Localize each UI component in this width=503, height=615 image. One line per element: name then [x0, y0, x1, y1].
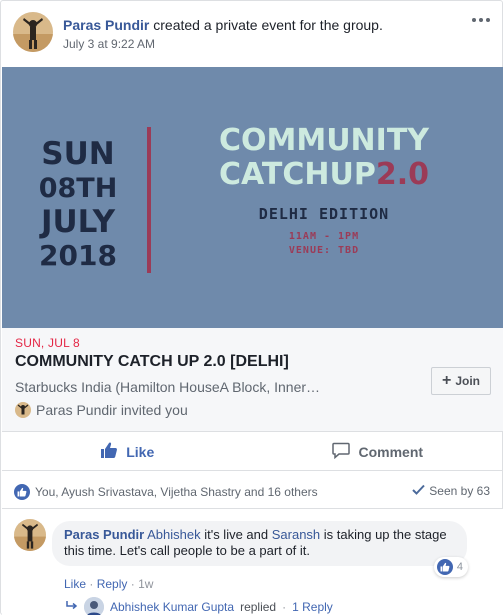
- speech-bubble-icon: [332, 441, 351, 462]
- thumbs-up-icon: [100, 441, 118, 462]
- banner-time: 11AM - 1PM: [289, 231, 359, 242]
- banner-month: JULY: [39, 204, 116, 240]
- comments-section: Paras Pundir Abhishek it's live and Sara…: [2, 508, 503, 615]
- replier-name-link[interactable]: Abhishek Kumar Gupta: [110, 600, 234, 614]
- like-reaction-icon: [436, 559, 453, 575]
- like-button-label: Like: [126, 443, 155, 460]
- event-banner-image[interactable]: SUN 08TH JULY 2018 COMMUNITY CATCHUP2.0 …: [2, 67, 503, 328]
- comment-text-part1: it's live and: [200, 527, 272, 542]
- comment-meta: Like · Reply · 1w: [64, 577, 153, 591]
- reactions-left[interactable]: You, Ayush Srivastava, Vijetha Shastry a…: [14, 484, 318, 500]
- more-options-icon[interactable]: [472, 15, 492, 25]
- comment-bubble: Paras Pundir Abhishek it's live and Sara…: [52, 521, 468, 577]
- event-title-link[interactable]: COMMUNITY CATCH UP 2.0 [DELHI]: [15, 353, 289, 371]
- comment-time[interactable]: 1w: [138, 577, 153, 591]
- post-actions-bar: Like Comment: [2, 433, 503, 471]
- post-card: Paras Pundir created a private event for…: [0, 0, 503, 615]
- inviter-avatar: [15, 402, 31, 418]
- banner-venue: VENUE: TBD: [289, 245, 359, 256]
- reply-arrow-icon: [66, 600, 78, 614]
- event-date: SUN, JUL 8: [15, 336, 80, 350]
- banner-title-line2: CATCHUP2.0: [219, 157, 429, 192]
- like-reaction-icon: [14, 484, 30, 500]
- commenter-avatar[interactable]: [14, 519, 46, 551]
- replier-avatar: [84, 597, 104, 615]
- seen-by[interactable]: Seen by 63: [412, 484, 490, 498]
- comment-button-label: Comment: [358, 443, 424, 460]
- comment-reactions-pill[interactable]: 4: [433, 557, 468, 577]
- banner-edition: DELHI EDITION: [259, 205, 389, 223]
- seen-by-text: Seen by 63: [429, 484, 490, 498]
- replies-row[interactable]: Abhishek Kumar Gupta replied · 1 Reply: [66, 597, 333, 615]
- post-header: Paras Pundir created a private event for…: [13, 12, 472, 54]
- separator-dot: ·: [89, 577, 94, 591]
- separator-dot: ·: [282, 600, 287, 614]
- comment-reaction-count: 4: [456, 561, 463, 573]
- reply-count-link[interactable]: 1 Reply: [292, 600, 333, 614]
- post-timestamp[interactable]: July 3 at 9:22 AM: [63, 37, 155, 51]
- comment-button[interactable]: Comment: [253, 433, 503, 470]
- comment-mention-abhishek[interactable]: Abhishek: [147, 527, 200, 542]
- comment-mention-saransh[interactable]: Saransh: [272, 527, 320, 542]
- reactions-text[interactable]: You, Ayush Srivastava, Vijetha Shastry a…: [35, 485, 318, 499]
- banner-year: 2018: [39, 239, 117, 272]
- event-invited-text: Paras Pundir invited you: [36, 402, 188, 418]
- banner-title-line1: COMMUNITY: [219, 123, 430, 158]
- event-invited-by: Paras Pundir invited you: [15, 402, 188, 418]
- post-author-link[interactable]: Paras Pundir: [63, 17, 149, 33]
- replied-text: replied: [240, 600, 277, 614]
- event-info-panel: SUN, JUL 8 COMMUNITY CATCH UP 2.0 [DELHI…: [2, 328, 503, 432]
- banner-divider: [147, 127, 151, 273]
- banner-day: SUN: [41, 136, 114, 172]
- event-location[interactable]: Starbucks India (Hamilton HouseA Block, …: [15, 379, 320, 395]
- post-action-text: created a private event for the group.: [153, 17, 383, 33]
- banner-date: 08TH: [39, 173, 118, 204]
- checkmark-icon: [412, 484, 426, 498]
- join-button-label: Join: [455, 374, 480, 388]
- join-button[interactable]: + Join: [430, 367, 491, 395]
- separator-dot: ·: [130, 577, 135, 591]
- comment-like-link[interactable]: Like: [64, 577, 86, 591]
- comment-author-link[interactable]: Paras Pundir: [64, 527, 144, 542]
- post-headline: Paras Pundir created a private event for…: [63, 16, 383, 34]
- reactions-summary: You, Ayush Srivastava, Vijetha Shastry a…: [14, 480, 490, 504]
- plus-icon: +: [441, 372, 452, 389]
- like-button[interactable]: Like: [2, 433, 253, 470]
- comment-reply-link[interactable]: Reply: [97, 577, 128, 591]
- author-avatar[interactable]: [13, 12, 53, 52]
